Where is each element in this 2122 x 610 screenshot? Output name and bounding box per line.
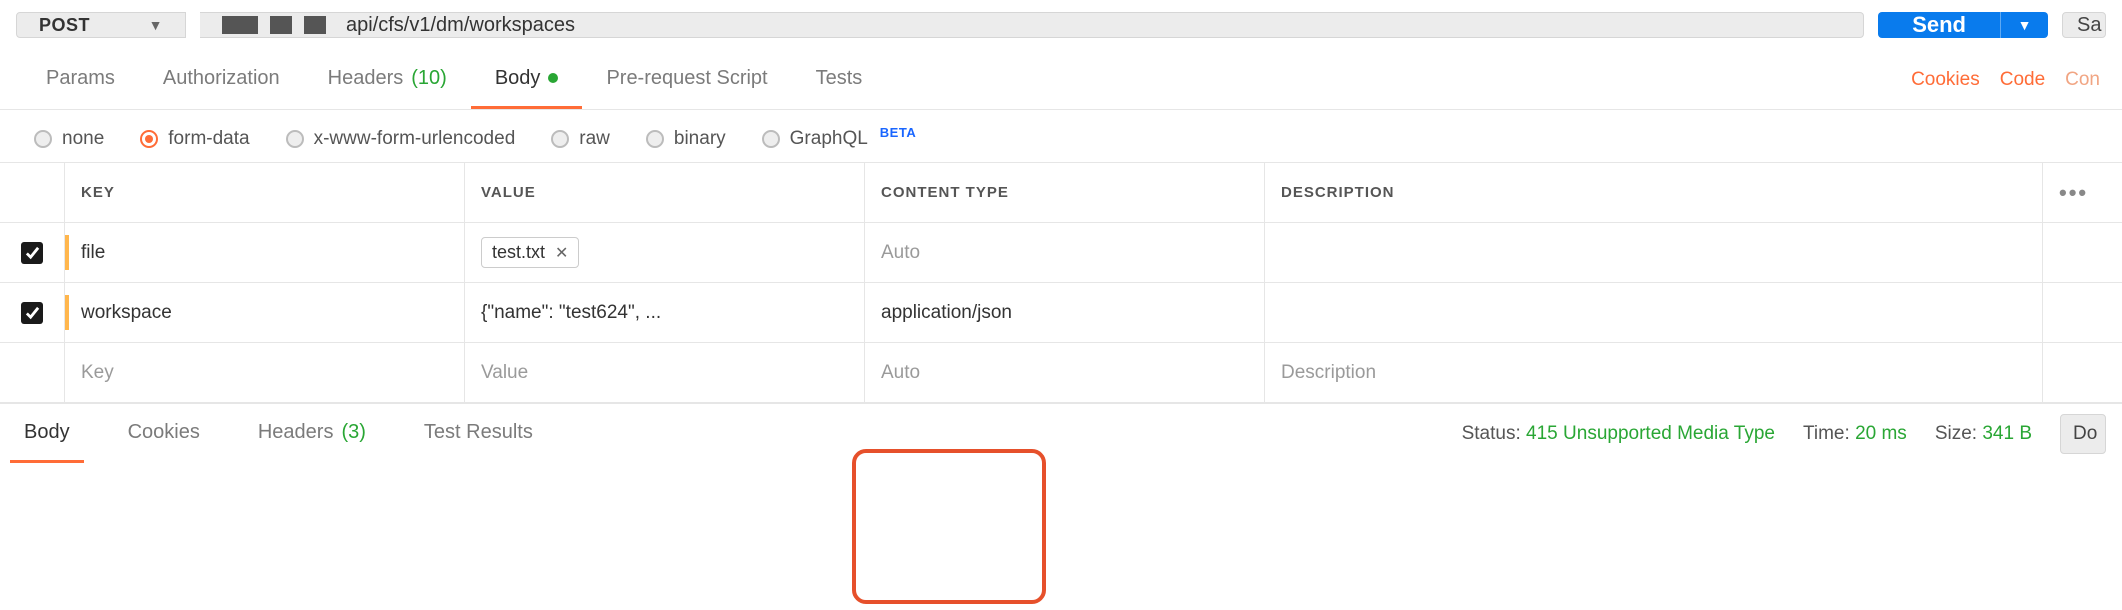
content-type-cell[interactable]: application/json — [864, 283, 1264, 342]
col-check — [0, 163, 64, 222]
description-cell[interactable] — [1264, 223, 2042, 282]
send-button-group: Send ▼ — [1878, 12, 2048, 38]
tab-tests[interactable]: Tests — [792, 50, 887, 109]
tab-prerequest-script[interactable]: Pre-request Script — [582, 50, 791, 109]
body-modified-dot-icon — [548, 73, 558, 83]
response-tabs: Body Cookies Headers (3) Test Results St… — [0, 403, 2122, 463]
key-cell[interactable]: workspace — [64, 283, 464, 342]
value-cell[interactable]: {"name": "test624", ... — [464, 283, 864, 342]
col-key: KEY — [64, 163, 464, 222]
chevron-down-icon: ▼ — [149, 17, 163, 33]
key-cell[interactable]: file — [64, 223, 464, 282]
resp-tab-headers[interactable]: Headers (3) — [244, 404, 380, 463]
radio-icon — [140, 130, 158, 148]
tab-body[interactable]: Body — [471, 50, 583, 109]
time-value: 20 ms — [1855, 423, 1907, 444]
body-type-row: none form-data x-www-form-urlencoded raw… — [0, 110, 2122, 162]
annotation-highlight-box — [852, 449, 1046, 604]
size: Size: 341 B — [1935, 423, 2032, 445]
body-type-raw[interactable]: raw — [551, 128, 610, 150]
description-cell[interactable]: Description — [1264, 343, 2042, 402]
url-path: api/cfs/v1/dm/workspaces — [346, 14, 575, 37]
resp-tab-test-results[interactable]: Test Results — [410, 404, 547, 463]
tab-params[interactable]: Params — [22, 50, 139, 109]
status: Status: 415 Unsupported Media Type — [1462, 423, 1775, 445]
table-new-row: Key Value Auto Description — [0, 343, 2122, 403]
radio-icon — [286, 130, 304, 148]
file-name: test.txt — [492, 242, 545, 263]
table-row: file test.txt ✕ Auto — [0, 223, 2122, 283]
content-type-cell[interactable]: Auto — [864, 343, 1264, 402]
save-button[interactable]: Sa — [2062, 12, 2106, 38]
size-value: 341 B — [1982, 423, 2032, 444]
tab-headers[interactable]: Headers (10) — [304, 50, 471, 109]
col-description: DESCRIPTION — [1264, 163, 2042, 222]
row-enable-checkbox[interactable] — [0, 223, 64, 282]
remove-file-icon[interactable]: ✕ — [555, 243, 568, 263]
link-code[interactable]: Code — [2000, 69, 2045, 91]
resp-headers-count: (3) — [341, 421, 365, 444]
value-cell[interactable]: Value — [464, 343, 864, 402]
table-header-row: KEY VALUE CONTENT TYPE DESCRIPTION ••• — [0, 163, 2122, 223]
redacted-host-icon — [222, 16, 326, 34]
resp-tab-cookies[interactable]: Cookies — [114, 404, 214, 463]
file-chip[interactable]: test.txt ✕ — [481, 237, 579, 268]
request-tab-links: Cookies Code Con — [1911, 69, 2100, 91]
row-enable-checkbox[interactable] — [0, 343, 64, 402]
tab-authorization[interactable]: Authorization — [139, 50, 304, 109]
body-type-urlencoded[interactable]: x-www-form-urlencoded — [286, 128, 516, 150]
row-enable-checkbox[interactable] — [0, 283, 64, 342]
col-more: ••• — [2042, 163, 2122, 222]
http-method-value: POST — [39, 15, 90, 36]
status-value: 415 Unsupported Media Type — [1526, 423, 1775, 444]
body-type-binary[interactable]: binary — [646, 128, 726, 150]
beta-badge: BETA — [880, 125, 916, 140]
resp-tab-body[interactable]: Body — [10, 404, 84, 463]
response-meta: Status: 415 Unsupported Media Type Time:… — [1462, 414, 2106, 454]
link-cookies[interactable]: Cookies — [1911, 69, 1980, 91]
body-type-graphql[interactable]: GraphQL BETA — [762, 128, 915, 150]
value-cell[interactable]: test.txt ✕ — [464, 223, 864, 282]
more-columns-icon[interactable]: ••• — [2059, 180, 2088, 206]
request-tabs: Params Authorization Headers (10) Body P… — [0, 50, 2122, 110]
body-type-none[interactable]: none — [34, 128, 104, 150]
col-content-type: CONTENT TYPE — [864, 163, 1264, 222]
checkmark-icon — [21, 302, 43, 324]
radio-icon — [762, 130, 780, 148]
time: Time: 20 ms — [1803, 423, 1907, 445]
radio-icon — [646, 130, 664, 148]
chevron-down-icon: ▼ — [2018, 17, 2032, 33]
request-bar: POST ▼ api/cfs/v1/dm/workspaces Send ▼ S… — [0, 0, 2122, 50]
table-row: workspace {"name": "test624", ... applic… — [0, 283, 2122, 343]
col-value: VALUE — [464, 163, 864, 222]
link-comments[interactable]: Con — [2065, 69, 2100, 91]
key-cell[interactable]: Key — [64, 343, 464, 402]
http-method-select[interactable]: POST ▼ — [16, 12, 186, 38]
send-button[interactable]: Send — [1878, 12, 2000, 38]
content-type-cell[interactable]: Auto — [864, 223, 1264, 282]
description-cell[interactable] — [1264, 283, 2042, 342]
download-response-button[interactable]: Do — [2060, 414, 2106, 454]
radio-icon — [34, 130, 52, 148]
url-input[interactable]: api/cfs/v1/dm/workspaces — [200, 12, 1864, 38]
send-options-button[interactable]: ▼ — [2000, 12, 2048, 38]
body-type-form-data[interactable]: form-data — [140, 128, 249, 150]
form-data-table: KEY VALUE CONTENT TYPE DESCRIPTION ••• f… — [0, 162, 2122, 403]
checkmark-icon — [21, 242, 43, 264]
headers-count: (10) — [411, 67, 447, 90]
radio-icon — [551, 130, 569, 148]
